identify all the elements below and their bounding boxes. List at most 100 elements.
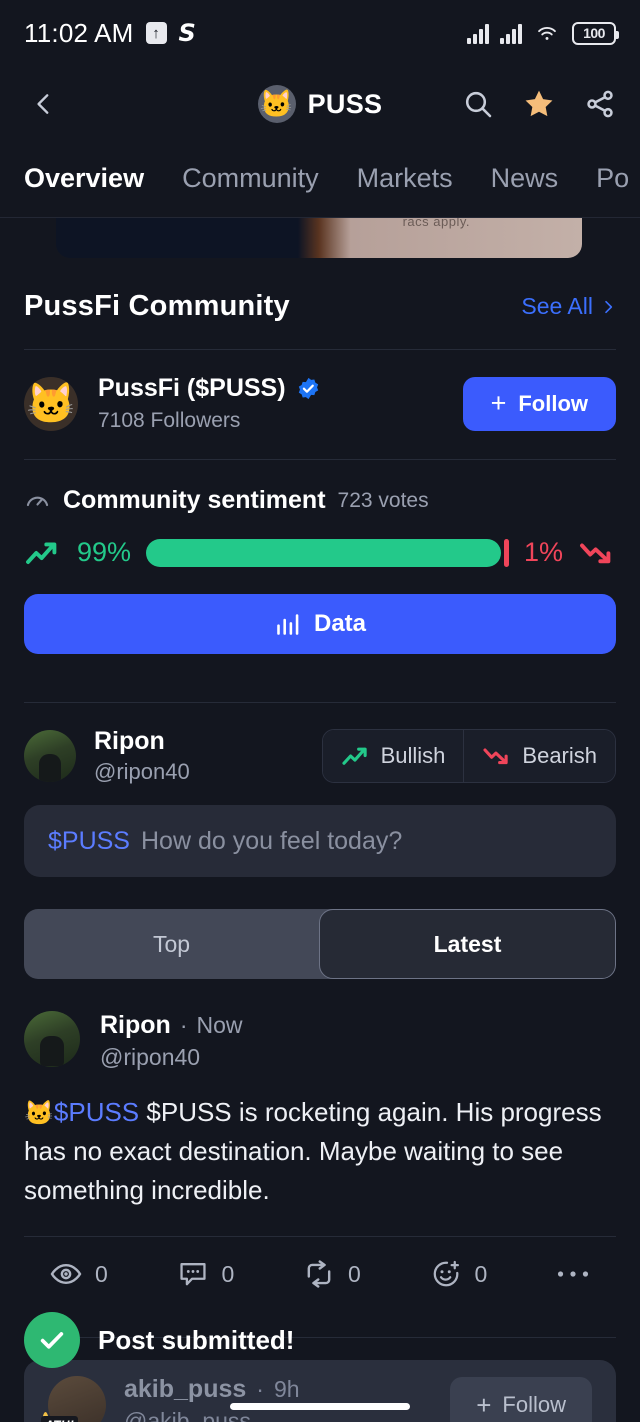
composer-user-name: Ripon [94, 727, 165, 755]
feed-filter-latest[interactable]: Latest [319, 909, 616, 979]
repost-count: 0 [348, 1260, 361, 1287]
composer-avatar [24, 730, 76, 782]
next-post-timestamp: 9h [273, 1376, 300, 1402]
next-post-handle: @akib_puss [124, 1408, 251, 1422]
bullish-percent: 99% [77, 537, 132, 567]
tab-community[interactable]: Community [182, 163, 319, 198]
bullish-vote-button[interactable]: Bullish [322, 730, 464, 782]
signal-bars-icon-1 [467, 22, 489, 44]
bearish-vote-button[interactable]: Bearish [463, 730, 615, 782]
sentiment-bar-bullish [146, 538, 501, 567]
chevron-right-icon [605, 300, 613, 313]
repost-action[interactable]: 0 [303, 1260, 361, 1288]
post-author-line: Ripon · Now [100, 1011, 243, 1040]
gauge-icon [26, 496, 49, 507]
tab-overview[interactable]: Overview [24, 163, 145, 218]
feed: Ripon · Now @ripon40 🐱$PUSS $PUSS is roc… [0, 1005, 640, 1338]
reaction-count: 0 [474, 1260, 488, 1287]
comment-icon [179, 1263, 206, 1286]
post-author-meta: Ripon · Now @ripon40 [100, 1011, 243, 1071]
composer-ticker: $PUSS [48, 826, 130, 855]
tab-news[interactable]: News [491, 163, 559, 198]
page-title: PUSS [307, 88, 383, 119]
composer-header: Ripon @ripon40 Bullish Bearish [24, 703, 616, 785]
eye-icon [50, 1263, 82, 1285]
views-action[interactable]: 0 [50, 1261, 108, 1288]
main-content: PussFi Community See All 🐱 PussFi ($PUSS… [0, 260, 640, 979]
feed-filter-top[interactable]: Top [24, 909, 319, 979]
next-feed-post[interactable]: ATH! akib_puss · 9h @akib_puss + Follow [24, 1360, 616, 1422]
verified-badge-icon [296, 376, 321, 401]
status-time: 11:02 AM [24, 17, 134, 48]
post-author-handle: @ripon40 [100, 1044, 201, 1070]
status-bar-right: 100 [467, 21, 619, 45]
post-ticker-tag[interactable]: $PUSS [54, 1097, 139, 1127]
header-actions [462, 87, 616, 121]
views-count: 0 [95, 1260, 108, 1287]
bearish-percent: 1% [523, 537, 563, 567]
comment-count: 0 [221, 1260, 235, 1287]
ath-badge: ATH! [41, 1412, 78, 1422]
community-info: PussFi ($PUSS) 7108 Followers [98, 374, 321, 433]
more-options-button[interactable] [556, 1267, 590, 1281]
data-button[interactable]: Data [24, 594, 616, 654]
sentiment-vote-group: Bullish Bearish [321, 729, 616, 783]
reaction-action[interactable]: 0 [430, 1259, 488, 1289]
plus-icon: + [476, 1389, 492, 1420]
post-action-bar: 0 0 0 0 [0, 1237, 640, 1311]
bullish-label: Bullish [380, 743, 446, 768]
tab-posts[interactable]: Po [596, 163, 629, 198]
repost-icon [307, 1260, 331, 1288]
follow-button[interactable]: + Follow [462, 376, 616, 431]
trend-up-icon [342, 747, 367, 765]
trend-up-icon [26, 542, 57, 564]
comment-action[interactable]: 0 [177, 1260, 235, 1288]
post-timestamp: Now [196, 1012, 243, 1038]
more-horizontal-icon [557, 1271, 589, 1277]
tab-markets[interactable]: Markets [357, 163, 453, 198]
promo-banner-partial[interactable]: racs apply. [0, 218, 640, 260]
home-indicator[interactable] [230, 1403, 410, 1410]
battery-level: 100 [583, 25, 605, 41]
community-avatar: 🐱 [24, 376, 78, 431]
composer-user-handle: @ripon40 [94, 759, 190, 784]
see-all-link[interactable]: See All [521, 293, 616, 320]
tab-bar: Overview Community Markets News Po [0, 142, 640, 218]
post-author-name: Ripon [100, 1011, 171, 1039]
status-bar-left: 11:02 AM ↑ S [24, 17, 196, 49]
star-icon[interactable] [522, 87, 556, 121]
feed-post[interactable]: Ripon · Now @ripon40 🐱$PUSS $PUSS is roc… [0, 1005, 640, 1210]
post-separator: · [179, 1012, 188, 1038]
next-post-author-line: akib_puss · 9h [124, 1375, 300, 1404]
share-icon[interactable] [584, 88, 616, 120]
upload-icon: ↑ [145, 22, 167, 44]
next-post-separator: · [256, 1376, 264, 1402]
next-post-follow-button[interactable]: + Follow [450, 1377, 592, 1422]
sentiment-bar [146, 538, 509, 567]
promo-banner-image [56, 218, 582, 258]
composer-placeholder: How do you feel today? [140, 826, 403, 855]
status-bar: 11:02 AM ↑ S 100 [0, 0, 640, 66]
next-post-follow-label: Follow [502, 1392, 566, 1417]
trend-down-icon [580, 543, 611, 563]
sentiment-bar-row: 99% 1% [24, 515, 616, 594]
post-header: Ripon · Now @ripon40 [24, 1005, 616, 1071]
app-logo-icon: S [178, 19, 196, 47]
sentiment-header: Community sentiment 723 votes [24, 460, 616, 515]
post-composer-input[interactable]: $PUSS How do you feel today? [24, 805, 616, 877]
community-profile-row[interactable]: 🐱 PussFi ($PUSS) 7108 Followers + Follow [24, 350, 616, 459]
toast-message: Post submitted! [98, 1324, 295, 1355]
bar-chart-icon [277, 613, 299, 635]
post-author-avatar[interactable] [24, 1011, 80, 1067]
sentiment-bar-bearish [503, 538, 509, 567]
community-section-header: PussFi Community See All [24, 260, 616, 349]
coin-avatar: 🐱 [257, 85, 296, 123]
emoji-add-icon [433, 1260, 459, 1287]
see-all-label: See All [521, 293, 593, 319]
community-name-line: PussFi ($PUSS) [98, 374, 321, 403]
wifi-icon [538, 27, 556, 40]
search-icon[interactable] [462, 88, 494, 120]
community-name: PussFi ($PUSS) [98, 374, 286, 402]
back-button[interactable] [24, 84, 64, 124]
